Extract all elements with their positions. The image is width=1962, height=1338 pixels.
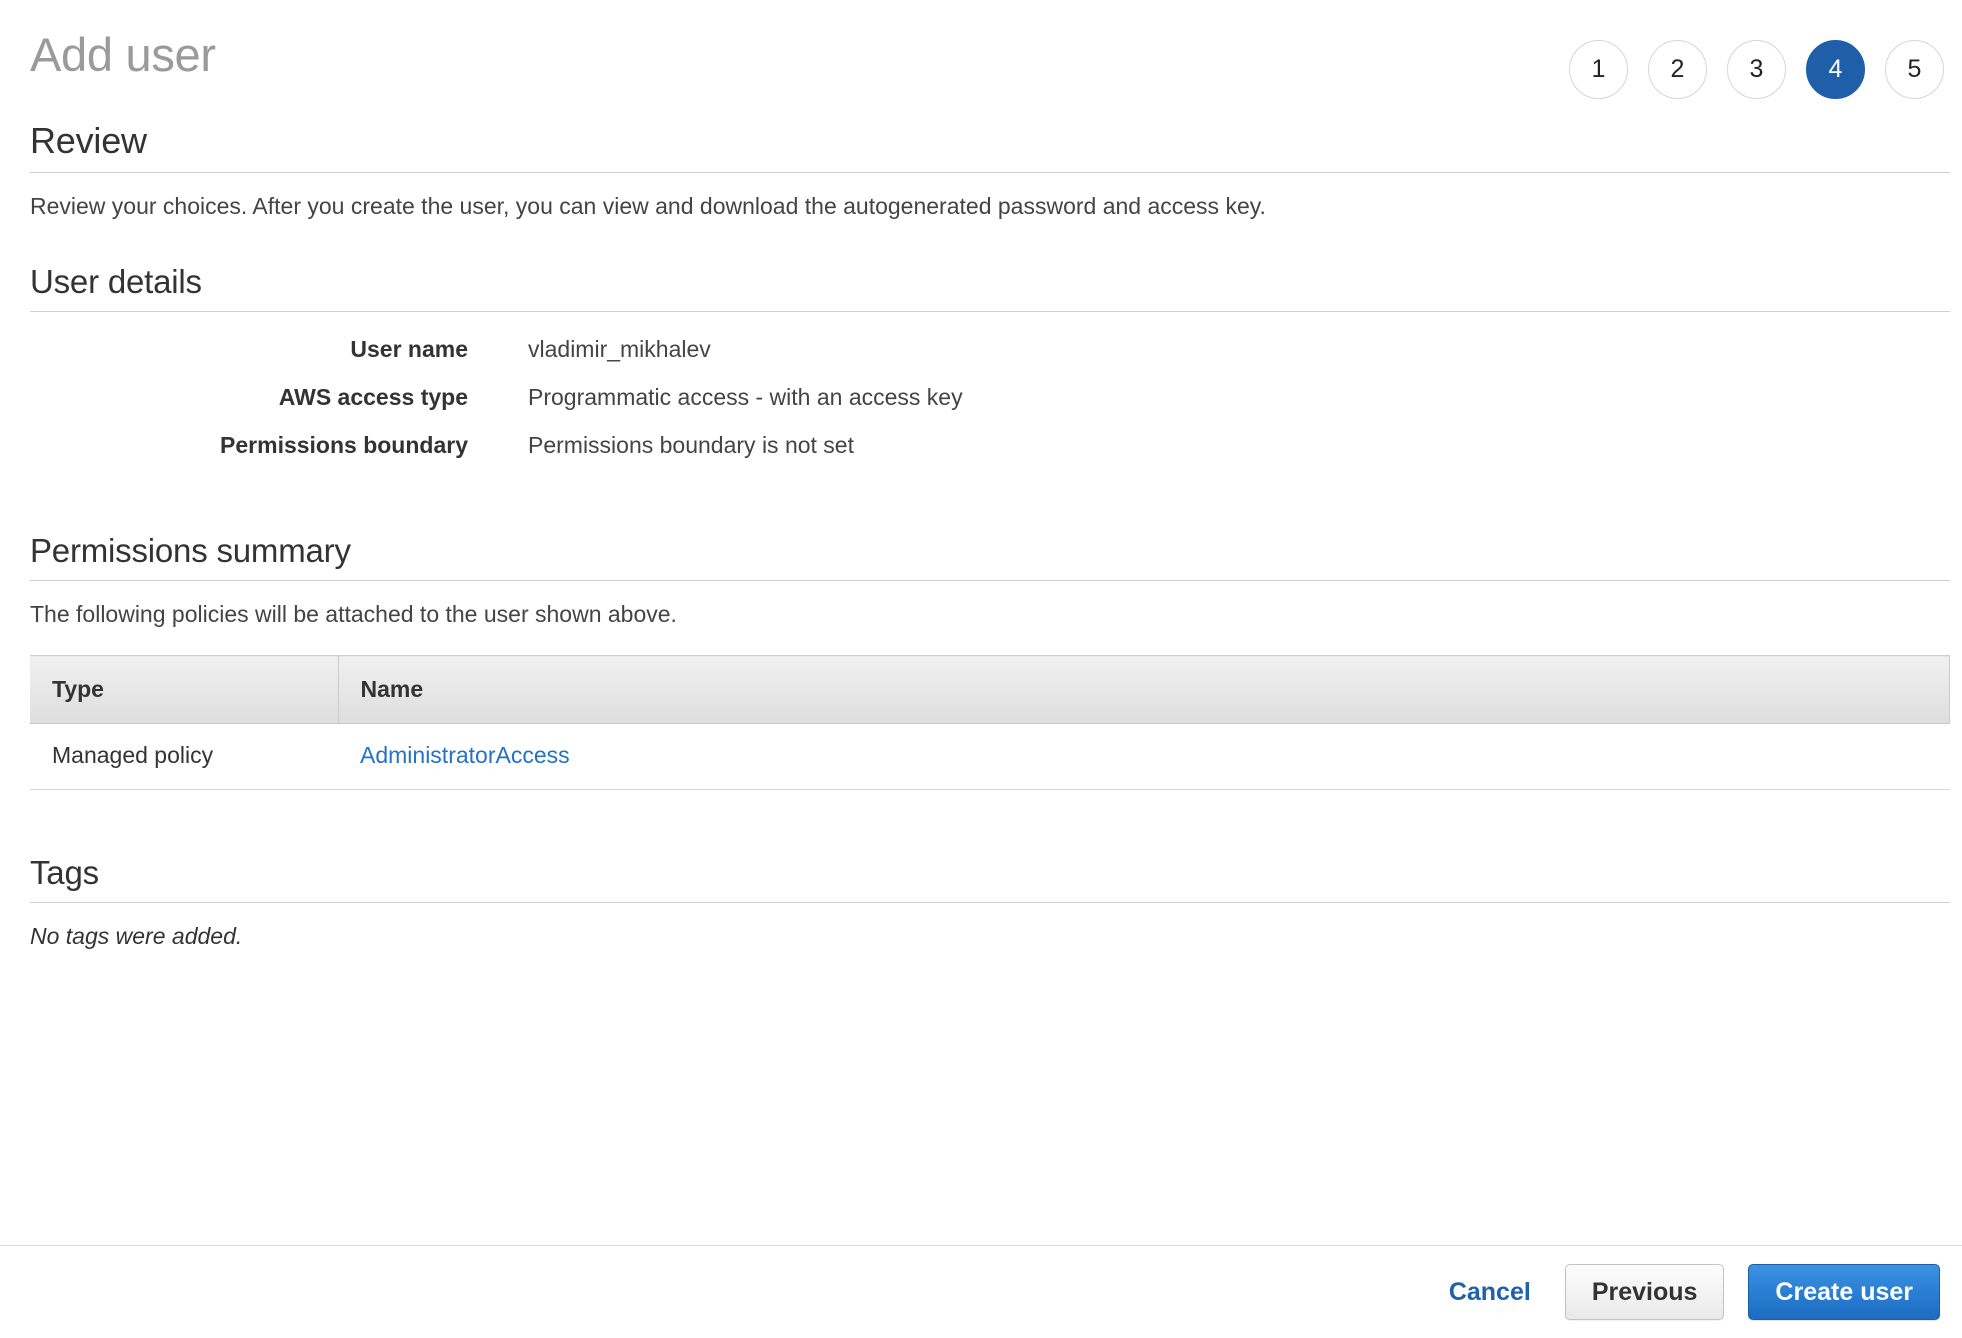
tags-rule [30, 902, 1950, 903]
table-header-row: Type Name [30, 655, 1950, 724]
step-indicator-2[interactable]: 2 [1648, 40, 1707, 99]
user-details-section: User details User name vladimir_mikhalev… [0, 261, 1962, 460]
permissions-summary-head: Permissions summary [30, 530, 1950, 581]
policy-link-administrator-access[interactable]: AdministratorAccess [360, 742, 570, 768]
tags-title: Tags [30, 854, 99, 891]
user-details-head: User details [30, 261, 1950, 312]
wizard-content: Review Review your choices. After you cr… [0, 118, 1962, 951]
step-indicator: 1 2 3 4 5 [1569, 40, 1944, 99]
detail-label-permissions-boundary: Permissions boundary [220, 432, 468, 458]
step-indicator-3[interactable]: 3 [1727, 40, 1786, 99]
user-details-list: User name vladimir_mikhalev AWS access t… [0, 334, 1962, 460]
detail-row: AWS access type Programmatic access - wi… [0, 382, 1962, 412]
cell-policy-type: Managed policy [30, 723, 338, 790]
step-indicator-5[interactable]: 5 [1885, 40, 1944, 99]
detail-label-access-type: AWS access type [278, 384, 468, 410]
review-title: Review [30, 120, 147, 161]
permissions-summary-section: Permissions summary The following polici… [0, 530, 1962, 790]
policies-table-body: Managed policy AdministratorAccess [30, 723, 1950, 790]
detail-row: User name vladimir_mikhalev [0, 334, 1962, 364]
cell-policy-name: AdministratorAccess [338, 723, 1950, 790]
tags-head: Tags [30, 852, 1950, 903]
page-title: Add user [30, 28, 216, 81]
detail-label-user-name: User name [350, 336, 468, 362]
cancel-button[interactable]: Cancel [1439, 1272, 1541, 1313]
tags-empty-message: No tags were added. [30, 923, 243, 949]
user-details-title: User details [30, 263, 202, 300]
footer-actions: Cancel Previous Create user [1439, 1246, 1940, 1338]
tags-section: Tags No tags were added. [0, 852, 1962, 951]
wizard-footer: Cancel Previous Create user [0, 1245, 1962, 1338]
detail-value-permissions-boundary: Permissions boundary is not set [528, 432, 854, 458]
create-user-button[interactable]: Create user [1748, 1264, 1940, 1320]
add-user-wizard: Add user 1 2 3 4 5 Review Review your ch… [0, 0, 1962, 1338]
table-row: Managed policy AdministratorAccess [30, 723, 1950, 790]
permissions-summary-title: Permissions summary [30, 532, 351, 569]
step-indicator-1[interactable]: 1 [1569, 40, 1628, 99]
column-header-type[interactable]: Type [30, 655, 339, 724]
detail-value-user-name: vladimir_mikhalev [528, 336, 711, 362]
policies-table-head: Type Name [30, 655, 1950, 724]
wizard-header: Add user 1 2 3 4 5 [0, 0, 1962, 118]
previous-button[interactable]: Previous [1564, 1264, 1725, 1320]
policies-table: Type Name Managed policy AdministratorAc… [30, 655, 1950, 790]
step-indicator-4[interactable]: 4 [1806, 40, 1865, 99]
review-section-head: Review [30, 118, 1950, 173]
review-description: Review your choices. After you create th… [30, 193, 1266, 219]
user-details-rule [30, 311, 1950, 312]
review-rule [30, 172, 1950, 173]
review-section: Review Review your choices. After you cr… [0, 118, 1962, 221]
column-header-name[interactable]: Name [338, 655, 1950, 724]
detail-value-access-type: Programmatic access - with an access key [528, 384, 963, 410]
detail-row: Permissions boundary Permissions boundar… [0, 430, 1962, 460]
permissions-summary-description: The following policies will be attached … [30, 601, 677, 627]
permissions-summary-rule [30, 580, 1950, 581]
